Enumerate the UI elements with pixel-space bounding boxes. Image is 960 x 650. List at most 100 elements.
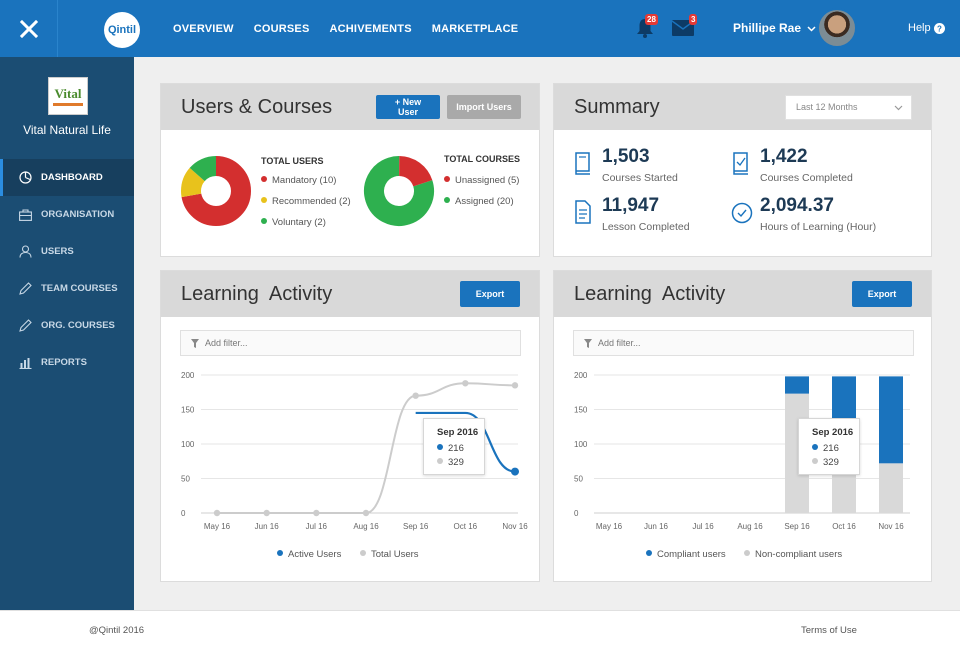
org-name: Vital Natural Life — [23, 123, 111, 137]
nav-marketplace[interactable]: MARKETPLACE — [432, 23, 519, 35]
tooltip-value: 329 — [448, 457, 464, 468]
question-icon: ? — [933, 22, 945, 34]
tooltip-dot — [437, 458, 443, 465]
app-logo-text: Qintil — [107, 24, 137, 36]
legend-label: Recommended (2) — [272, 196, 351, 207]
export-button[interactable]: Export — [460, 281, 520, 307]
filter-icon — [191, 339, 199, 348]
total-courses-title: TOTAL COURSES — [444, 154, 521, 164]
legend-dot — [277, 550, 283, 557]
stat-courses-started-value: 1,503 — [602, 146, 650, 167]
terms-of-use-link[interactable]: Terms of Use — [801, 625, 857, 636]
bar-segment — [785, 376, 809, 394]
sidebar-menu: DASHBOARD ORGANISATION USERS TEAM COURSE… — [0, 159, 134, 381]
chevron-down-icon — [894, 96, 903, 119]
stat-hours-learning-value: 2,094.37 — [760, 195, 834, 216]
notifications-button[interactable]: 28 — [636, 14, 658, 40]
tooltip-row: 216 — [812, 443, 839, 454]
legend-dot — [360, 550, 366, 557]
top-bar: Qintil OVERVIEW COURSES ACHIVEMENTS MARK… — [0, 0, 960, 57]
org-logo-stripe — [53, 103, 83, 106]
app-logo[interactable]: Qintil — [104, 12, 140, 48]
org-logo-text: Vital — [54, 86, 82, 101]
tooltip-row: 216 — [437, 443, 464, 454]
document-icon — [575, 200, 591, 224]
messages-badge: 3 — [689, 14, 698, 25]
chart-legend-item[interactable]: Compliant users — [646, 549, 726, 560]
chart-legend-item[interactable]: Non-compliant users — [744, 549, 842, 560]
add-filter-input[interactable]: Add filter... — [573, 330, 914, 356]
x-tick-label: May 16 — [596, 522, 623, 531]
new-user-button[interactable]: + New User — [376, 95, 440, 119]
nav-courses[interactable]: COURSES — [254, 23, 310, 35]
user-menu[interactable]: Phillipe Rae — [733, 21, 816, 35]
y-tick-label: 0 — [181, 509, 186, 518]
briefcase-icon — [19, 208, 32, 221]
tooltip-row: 329 — [812, 457, 839, 468]
bar-segment — [879, 376, 903, 464]
data-point-total-users — [511, 382, 519, 389]
period-select[interactable]: Last 12 Months — [785, 95, 912, 120]
nav-overview[interactable]: OVERVIEW — [173, 23, 234, 35]
x-tick-label: Jun 16 — [255, 522, 280, 531]
sidebar-item-org-courses[interactable]: ORG. COURSES — [0, 307, 134, 344]
add-filter-input[interactable]: Add filter... — [180, 330, 521, 356]
messages-button[interactable]: 3 — [671, 14, 698, 38]
legend-item: Unassigned (5) — [444, 175, 519, 186]
x-tick-label: Jun 16 — [644, 522, 669, 531]
sidebar: Vital Vital Natural Life DASHBOARD ORGAN… — [0, 57, 134, 610]
import-users-button[interactable]: Import Users — [447, 95, 521, 119]
tooltip-value: 329 — [823, 457, 839, 468]
card-header: Learning Activity Export — [161, 271, 539, 317]
legend-dot — [444, 197, 450, 204]
sidebar-item-organisation[interactable]: ORGANISATION — [0, 196, 134, 233]
close-button[interactable] — [0, 0, 58, 57]
summary-card: Summary Last 12 Months 1,503 Courses Sta… — [553, 83, 932, 257]
footer: @Qintil 2016 Terms of Use — [0, 610, 960, 650]
stat-hours-learning-label: Hours of Learning (Hour) — [760, 221, 877, 233]
data-point-total-users — [462, 380, 469, 387]
sidebar-item-reports[interactable]: REPORTS — [0, 344, 134, 381]
legend-label: Compliant users — [657, 549, 726, 560]
card-title: Learning Activity — [574, 283, 726, 305]
legend-dot — [261, 176, 267, 183]
legend-dot — [744, 550, 750, 557]
sidebar-item-dashboard[interactable]: DASHBOARD — [0, 159, 134, 196]
tooltip-dot — [812, 458, 818, 465]
chevron-down-icon — [807, 26, 816, 32]
help-label: Help — [908, 22, 931, 34]
main-nav: OVERVIEW COURSES ACHIVEMENTS MARKETPLACE — [173, 0, 538, 57]
sidebar-item-users[interactable]: USERS — [0, 233, 134, 270]
card-header: Learning Activity Export — [554, 271, 931, 317]
copyright-text: @Qintil 2016 — [89, 625, 145, 636]
org-logo: Vital — [48, 77, 88, 115]
data-point-total-users — [362, 509, 370, 517]
tooltip-title: Sep 2016 — [437, 427, 479, 438]
sidebar-item-label: REPORTS — [41, 357, 87, 368]
dashboard-icon — [19, 171, 32, 184]
filter-placeholder: Add filter... — [205, 338, 248, 348]
tooltip-dot — [437, 444, 443, 451]
chart-legend-item[interactable]: Total Users — [360, 549, 419, 560]
x-tick-label: May 16 — [204, 522, 231, 531]
checked-book-icon — [733, 152, 748, 175]
period-select-value: Last 12 Months — [796, 102, 858, 112]
bar-segment — [879, 463, 903, 513]
legend-dot — [261, 218, 267, 225]
help-link[interactable]: Help ? — [908, 22, 945, 34]
chart-legend-item[interactable]: Active Users — [277, 549, 341, 560]
card-title: Learning Activity — [181, 283, 333, 305]
sidebar-item-label: ORG. COURSES — [41, 320, 115, 331]
tooltip-title: Sep 2016 — [812, 427, 854, 438]
legend-label: Active Users — [288, 549, 342, 560]
user-name: Phillipe Rae — [733, 21, 802, 35]
x-tick-label: Oct 16 — [832, 522, 856, 531]
y-tick-label: 150 — [181, 406, 195, 415]
x-tick-label: Sep 16 — [403, 522, 429, 531]
sidebar-item-team-courses[interactable]: TEAM COURSES — [0, 270, 134, 307]
avatar[interactable] — [817, 8, 857, 48]
legend-label: Mandatory (10) — [272, 175, 337, 186]
nav-achievements[interactable]: ACHIVEMENTS — [330, 23, 412, 35]
export-button[interactable]: Export — [852, 281, 912, 307]
notifications-badge: 28 — [645, 14, 658, 25]
